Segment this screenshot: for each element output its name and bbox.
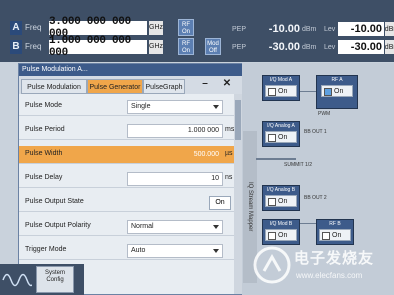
freq-b-unit[interactable]: GHz [149, 39, 163, 54]
tab-pulse-generator[interactable]: Pulse Generator [87, 79, 143, 94]
bottom-bar: System Config [0, 264, 84, 295]
trigger-mode-select[interactable]: Auto [127, 244, 223, 258]
dialog-title: Pulse Modulation A... [19, 64, 243, 76]
block-toggle[interactable]: On [321, 85, 353, 97]
block-rf-b[interactable]: RF B On [316, 219, 354, 245]
block-iq-analog-b[interactable]: I/Q Analog B On [262, 185, 300, 211]
freq-row-b: B Freq 1.000 000 000 000 GHz [10, 35, 163, 59]
field-row-pulse-delay: Pulse Delay 10 ns [19, 170, 243, 188]
block-iq-mod-b[interactable]: I/Q Mod B On [262, 219, 300, 245]
level-a-label: Lev [324, 25, 336, 33]
dialog-tabs: Pulse Modulation Pulse Generator PulseGr… [19, 76, 243, 94]
pep-b-label: PEP [232, 43, 247, 51]
pulse-width-unit: µs [225, 150, 233, 157]
tab-pulsegraph[interactable]: PulseGraph [143, 79, 185, 94]
freq-row-a: A Freq 3.000 000 000 000 GHz [10, 16, 163, 40]
pulse-mode-select[interactable]: Single [127, 100, 223, 114]
path-b-label: B [10, 39, 22, 54]
dialog-scrollbar[interactable] [234, 94, 242, 294]
level-a-field[interactable]: -10.00 [338, 22, 384, 36]
block-title: RF A [331, 77, 343, 83]
pep-row-a: PEP -10.00 dBm Lev -10.00 dBm [232, 22, 394, 36]
level-b-label: Lev [324, 43, 336, 51]
freq-b-sublabel: Freq [25, 42, 42, 51]
field-label: Pulse Output Polarity [25, 222, 91, 229]
field-label: Pulse Width [25, 150, 63, 157]
sine-wave-icon [2, 273, 32, 287]
wire [256, 158, 296, 160]
scrollbar-thumb[interactable] [235, 100, 241, 140]
instrument-screen: A Freq 3.000 000 000 000 GHz B Freq 1.00… [0, 0, 394, 295]
pulse-width-input[interactable]: 500.000 [127, 148, 223, 162]
bb-out-2-label: BB OUT 2 [304, 195, 327, 201]
block-toggle[interactable]: On [265, 131, 297, 143]
field-row-pulse-mode: Pulse Mode Single [19, 98, 243, 116]
field-row-output-state: Pulse Output State On [19, 194, 243, 212]
path-a-label: A [10, 20, 22, 35]
block-iq-mod-a[interactable]: I/Q Mod A On [262, 75, 300, 101]
pulse-period-input[interactable]: 1.000 000 [127, 124, 223, 138]
block-title: I/Q Analog B [266, 187, 296, 193]
freq-a-unit[interactable]: GHz [149, 20, 163, 35]
pep-row-b: PEP -30.00 dBm Lev -30.00 dBm [232, 40, 394, 54]
field-label: Pulse Mode [25, 102, 62, 109]
block-iq-analog-a[interactable]: I/Q Analog A On [262, 121, 300, 147]
rf-a-on-button[interactable]: RF On [178, 19, 194, 36]
pep-a-value: -10.00 [268, 23, 300, 35]
watermark-text: 电子发烧友 [294, 250, 375, 267]
block-toggle[interactable]: On [265, 195, 297, 207]
field-label: Trigger Mode [25, 246, 67, 253]
output-polarity-select[interactable]: Normal [127, 220, 223, 234]
block-rf-a[interactable]: RF A On [316, 75, 358, 109]
level-a-unit[interactable]: dBm [385, 22, 394, 36]
block-title: I/Q Mod B [269, 221, 293, 227]
rf-b-on-button[interactable]: RF On [178, 38, 194, 55]
block-title: RF B [329, 221, 341, 227]
bb-out-1-label: BB OUT 1 [304, 129, 327, 135]
wire [298, 223, 318, 224]
field-row-output-polarity: Pulse Output Polarity Normal [19, 218, 243, 236]
wire [298, 91, 318, 92]
logo-icon [253, 246, 291, 284]
freq-b-field[interactable]: 1.000 000 000 000 [49, 35, 147, 59]
pep-b-unit: dBm [302, 43, 317, 51]
watermark-logo: 电子发烧友 www.elecfans.com [250, 243, 390, 289]
output-state-toggle[interactable]: On [209, 196, 231, 210]
freq-a-sublabel: Freq [25, 23, 42, 32]
field-label: Pulse Delay [25, 174, 63, 181]
level-b-unit[interactable]: dBm [385, 40, 394, 54]
watermark-subtext: www.elecfans.com [296, 271, 363, 280]
field-label: Pulse Output State [25, 198, 84, 205]
pulse-period-unit: ms [225, 126, 235, 133]
pep-a-label: PEP [232, 25, 247, 33]
field-row-pulse-width: Pulse Width 500.000 µs [19, 146, 243, 164]
tab-pulse-modulation[interactable]: Pulse Modulation [21, 79, 87, 94]
block-toggle[interactable]: On [265, 85, 297, 97]
pep-a-unit: dBm [302, 25, 317, 33]
pulse-delay-input[interactable]: 10 [127, 172, 223, 186]
pwm-label: PWM [318, 111, 331, 117]
close-icon[interactable]: ✕ [219, 78, 235, 92]
freq-a-field[interactable]: 3.000 000 000 000 [49, 16, 147, 40]
pulse-modulation-dialog: Pulse Modulation A... Pulse Modulation P… [18, 63, 243, 295]
system-config-button[interactable]: System Config [36, 266, 74, 293]
minimize-icon[interactable]: – [197, 78, 213, 92]
block-toggle[interactable]: On [265, 229, 297, 241]
level-b-field[interactable]: -30.00 [338, 40, 384, 54]
mod-off-button[interactable]: Mod Off [205, 38, 221, 55]
block-toggle[interactable]: On [319, 229, 351, 241]
block-title: I/Q Mod A [269, 77, 293, 83]
pulse-delay-unit: ns [225, 174, 233, 181]
pep-b-value: -30.00 [268, 41, 300, 53]
field-row-trigger-mode: Trigger Mode Auto [19, 242, 243, 260]
field-row-pulse-period: Pulse Period 1.000 000 ms [19, 122, 243, 140]
header-bar: A Freq 3.000 000 000 000 GHz B Freq 1.00… [0, 0, 394, 62]
block-title: I/Q Analog A [267, 123, 295, 129]
field-label: Pulse Period [25, 126, 65, 133]
summit-label: SUMMIT 1/2 [284, 162, 312, 168]
